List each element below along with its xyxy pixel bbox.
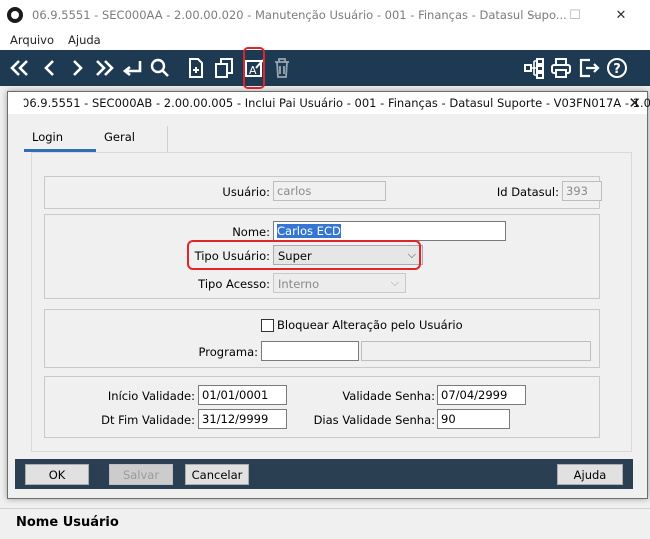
programa-label: Programa: [198, 345, 258, 359]
search-icon[interactable] [148, 56, 172, 80]
dialog-title: 06.9.5551 - SEC000AB - 2.00.00.005 - Inc… [22, 96, 650, 110]
app-logo-icon [7, 7, 23, 23]
nome-field[interactable]: Carlos ECD [273, 221, 506, 241]
status-bar: Nome Usuário [0, 508, 650, 539]
usuario-field[interactable]: carlos [273, 181, 386, 201]
print-icon[interactable] [549, 56, 573, 80]
tipo-acesso-select[interactable]: Interno ⌵ [273, 273, 406, 293]
programa-field[interactable] [261, 341, 359, 361]
next-icon[interactable] [65, 56, 89, 80]
validity-group: Início Validade: 01/01/0001 Validade Sen… [44, 376, 600, 438]
tab-geral[interactable]: Geral [96, 126, 168, 152]
copy-icon[interactable] [212, 56, 236, 80]
usuario-label: Usuário: [222, 185, 270, 199]
menu-arquivo[interactable]: Arquivo [10, 33, 54, 47]
dt-fim-validade-field[interactable]: 31/12/9999 [198, 409, 287, 429]
nome-label: Nome: [232, 225, 270, 239]
tipo-acesso-label: Tipo Acesso: [198, 277, 270, 291]
tipo-acesso-value: Interno [278, 277, 320, 291]
ok-button[interactable]: OK [25, 464, 89, 485]
block-group: Bloquear Alteração pelo Usuário Programa… [44, 309, 600, 368]
edit-button-highlight [243, 47, 265, 89]
nome-value: Carlos ECD [277, 224, 341, 238]
close-window-icon[interactable]: ✕ [598, 0, 644, 30]
bloquear-label[interactable]: Bloquear Alteração pelo Usuário [277, 318, 463, 332]
svg-text:?: ? [613, 62, 621, 77]
salvar-button[interactable]: Salvar [109, 464, 173, 485]
dt-fim-validade-label: Dt Fim Validade: [101, 413, 195, 427]
inicio-validade-label: Início Validade: [107, 389, 195, 403]
goto-icon[interactable] [120, 56, 144, 80]
bloquear-checkbox[interactable] [261, 319, 274, 332]
window-title: 06.9.5551 - SEC000AA - 2.00.00.020 - Man… [32, 8, 567, 22]
ajuda-button[interactable]: Ajuda [557, 464, 623, 485]
id-datasul-field[interactable]: 393 [562, 181, 602, 201]
dialog-title-bar: 06.9.5551 - SEC000AB - 2.00.00.005 - Inc… [8, 92, 650, 114]
dias-validade-senha-field[interactable]: 90 [437, 409, 510, 429]
tab-login[interactable]: Login [24, 126, 96, 152]
cancelar-button[interactable]: Cancelar [185, 464, 249, 485]
button-bar: OK Salvar Cancelar Ajuda [15, 459, 633, 489]
chevron-down-icon: ⌵ [390, 276, 399, 289]
id-datasul-label: Id Datasul: [496, 185, 559, 199]
exit-icon[interactable] [577, 56, 601, 80]
tipo-usuario-highlight [187, 240, 421, 270]
maximize-icon[interactable]: ☐ [552, 0, 598, 30]
validade-senha-field[interactable]: 07/04/2999 [437, 385, 526, 405]
last-icon[interactable] [92, 56, 116, 80]
inclui-pai-usuario-dialog: 06.9.5551 - SEC000AB - 2.00.00.005 - Inc… [7, 91, 650, 499]
tab-strip: Login Geral [16, 126, 636, 152]
dias-validade-senha-label: Dias Validade Senha: [313, 413, 435, 427]
first-icon[interactable] [8, 56, 32, 80]
validade-senha-label: Validade Senha: [342, 389, 435, 403]
new-icon[interactable] [184, 56, 208, 80]
main-toolbar: A ? [0, 50, 650, 86]
user-id-group: Usuário: carlos Id Datasul: 393 [44, 176, 602, 209]
menu-bar: Arquivo Ajuda [0, 30, 650, 50]
programa-description [361, 341, 591, 361]
delete-icon[interactable] [270, 56, 294, 80]
help-icon[interactable]: ? [605, 56, 629, 80]
previous-icon[interactable] [38, 56, 62, 80]
structure-icon[interactable] [522, 56, 546, 80]
close-icon[interactable]: ✕ [628, 94, 641, 112]
menu-ajuda[interactable]: Ajuda [68, 33, 101, 47]
inicio-validade-field[interactable]: 01/01/0001 [198, 385, 287, 405]
login-tab-panel: Usuário: carlos Id Datasul: 393 Nome: Ca… [31, 152, 632, 452]
